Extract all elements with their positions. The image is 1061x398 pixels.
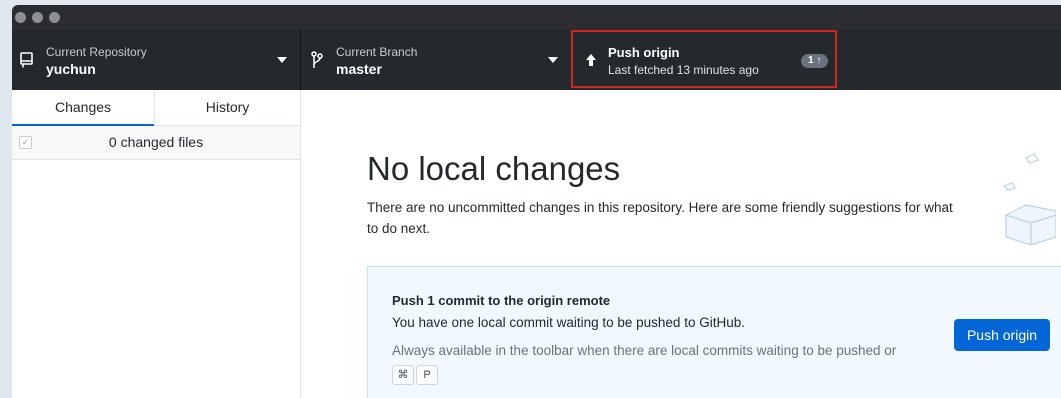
changed-files-count: 0 changed files xyxy=(108,134,204,150)
changed-files-header: 0 changed files ✓ xyxy=(12,126,300,160)
tab-changes[interactable]: Changes xyxy=(12,90,154,125)
close-window-button[interactable] xyxy=(15,12,26,23)
sidebar: Changes History 0 changed files ✓ xyxy=(12,90,301,398)
command-key-icon: ⌘ xyxy=(392,365,414,385)
repo-icon xyxy=(20,52,33,68)
chevron-down-icon xyxy=(277,57,287,63)
minimize-window-button[interactable] xyxy=(32,12,43,23)
branch-label: Current Branch xyxy=(336,45,418,59)
title-bar xyxy=(12,5,1061,30)
empty-state-illustration xyxy=(1002,153,1056,245)
page-title: No local changes xyxy=(367,150,621,187)
chevron-down-icon xyxy=(548,57,558,63)
last-fetched-text: Last fetched 13 minutes ago xyxy=(608,63,759,77)
push-origin-button[interactable]: Push origin Last fetched 13 minutes ago … xyxy=(571,30,837,88)
ahead-count-badge: 1 ↑ xyxy=(801,54,829,68)
toolbar: Current Repository yuchun Current Branch… xyxy=(12,30,1061,90)
arrow-up-icon xyxy=(586,54,596,66)
push-origin-card-button[interactable]: Push origin xyxy=(954,319,1050,351)
card-hint: Always available in the toolbar when the… xyxy=(392,343,897,358)
select-all-checkbox[interactable]: ✓ xyxy=(19,136,32,149)
page-description: There are no uncommitted changes in this… xyxy=(367,200,953,236)
card-title: Push 1 commit to the origin remote xyxy=(392,293,611,308)
repository-selector[interactable]: Current Repository yuchun xyxy=(12,30,300,90)
push-suggestion-card: Push 1 commit to the origin remote You h… xyxy=(367,266,1061,398)
branch-name: master xyxy=(336,61,382,77)
shortcut-key-p: P xyxy=(416,365,438,385)
branch-selector[interactable]: Current Branch master xyxy=(301,30,571,90)
tab-history[interactable]: History xyxy=(155,90,300,125)
app-window: Current Repository yuchun Current Branch… xyxy=(12,5,1061,398)
push-origin-label: Push origin xyxy=(608,45,680,60)
repository-label: Current Repository xyxy=(46,45,147,59)
card-description: You have one local commit waiting to be … xyxy=(392,315,745,330)
zoom-window-button[interactable] xyxy=(49,12,60,23)
branch-icon xyxy=(311,51,323,68)
arrow-up-small-icon: ↑ xyxy=(813,55,822,66)
repository-name: yuchun xyxy=(46,61,96,77)
sidebar-tabs: Changes History xyxy=(12,90,300,126)
main-content: No local changes There are no uncommitte… xyxy=(301,90,1061,398)
